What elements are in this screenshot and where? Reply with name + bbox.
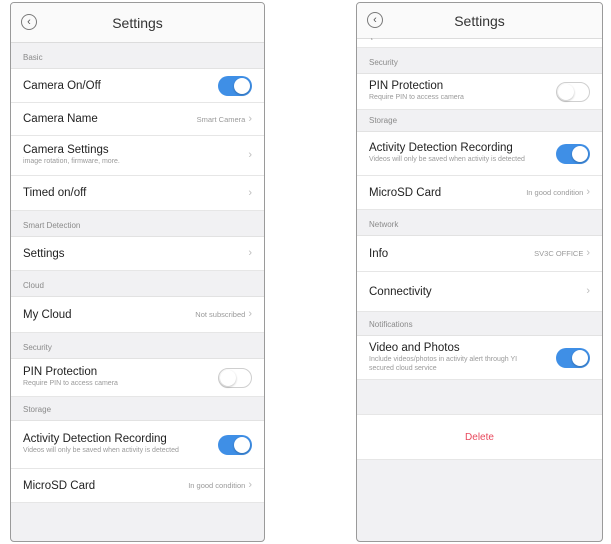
row-label: PIN Protection <box>23 366 98 379</box>
nav-bar: ‹ Settings <box>357 3 602 39</box>
row-label: PIN Protection <box>369 80 444 93</box>
microsd-card-value: In good condition <box>526 188 584 197</box>
page-title: Settings <box>112 14 163 31</box>
row-label: Camera Settings <box>23 144 109 157</box>
row-text: Activity Detection Recording Videos will… <box>369 142 525 165</box>
pin-protection-row[interactable]: PIN Protection Require PIN to access cam… <box>357 74 602 110</box>
network-info-value: SV3C OFFICE <box>534 249 584 258</box>
row-text: Video and Photos Include videos/photos i… <box>369 342 539 373</box>
row-label: MicroSD Card <box>369 186 442 199</box>
chevron-right-icon: › <box>248 112 252 125</box>
section-header-cloud: Cloud <box>11 271 264 297</box>
chevron-right-icon: › <box>248 308 252 320</box>
settings-screen-left: ‹ Settings Basic Camera On/Off Camera Na… <box>10 2 265 542</box>
section-header-security: Security <box>357 48 602 74</box>
chevron-right-icon: › <box>586 285 590 297</box>
row-label: Timed on/off <box>23 187 87 199</box>
section-header-notifications: Notifications <box>357 312 602 336</box>
chevron-right-icon: › <box>586 186 590 198</box>
network-info-row[interactable]: Info SV3C OFFICE › <box>357 236 602 272</box>
row-label: Camera On/Off <box>23 79 101 92</box>
pin-protection-toggle[interactable] <box>218 367 252 388</box>
activity-detection-toggle[interactable] <box>556 143 590 164</box>
section-header-storage: Storage <box>357 110 602 132</box>
section-header-storage: Storage <box>11 397 264 421</box>
smart-detection-settings-row[interactable]: Settings › <box>11 237 264 271</box>
chevron-right-icon: › <box>248 247 252 259</box>
chevron-right-icon: › <box>248 479 252 491</box>
delete-label: Delete <box>465 431 494 443</box>
chevron-right-icon: › <box>248 149 252 161</box>
row-subtitle: Require PIN to access camera <box>23 380 118 388</box>
row-right: In good condition › <box>526 187 590 198</box>
microsd-card-row[interactable]: MicroSD Card In good condition › <box>11 469 264 503</box>
chevron-right-icon: › <box>586 247 590 259</box>
camera-on-off-row[interactable]: Camera On/Off <box>11 69 264 103</box>
row-label: Info <box>369 247 389 260</box>
toggle-knob <box>558 83 574 100</box>
toggle-knob <box>572 145 588 162</box>
page-title: Settings <box>454 12 505 29</box>
toggle-knob <box>220 369 236 386</box>
row-right: In good condition › <box>188 480 252 491</box>
camera-name-value: Smart Camera <box>196 114 246 124</box>
settings-screen-right: ‹ Settings ‘ Security PIN Protection Req… <box>356 2 603 542</box>
section-header-network: Network <box>357 210 602 236</box>
row-subtitle: Include videos/photos in activity alert … <box>369 356 518 372</box>
row-text: PIN Protection Require PIN to access cam… <box>23 366 118 389</box>
row-right: SV3C OFFICE › <box>534 248 590 259</box>
activity-detection-recording-row[interactable]: Activity Detection Recording Videos will… <box>357 132 602 176</box>
video-and-photos-row[interactable]: Video and Photos Include videos/photos i… <box>357 336 602 380</box>
row-subtitle: Videos will only be saved when activity … <box>369 156 525 164</box>
row-text: Activity Detection Recording Videos will… <box>23 433 179 456</box>
chevron-right-icon: › <box>248 186 252 199</box>
back-icon[interactable]: ‹ <box>21 14 37 30</box>
row-label: My Cloud <box>23 308 72 321</box>
row-subtitle: Require PIN to access camera <box>369 94 464 102</box>
row-right: Smart Camera › <box>196 112 252 125</box>
connectivity-row[interactable]: Connectivity › <box>357 272 602 312</box>
fragment-glyph: ‘ <box>371 37 373 46</box>
row-text: Camera Settings image rotation, firmware… <box>23 144 120 167</box>
section-header-basic: Basic <box>11 43 264 69</box>
scrolled-row-fragment: ‘ <box>357 37 602 48</box>
my-cloud-value: Not subscribed <box>195 310 246 319</box>
row-label: Activity Detection Recording <box>369 142 513 155</box>
section-header-security: Security <box>11 333 264 359</box>
row-text: PIN Protection Require PIN to access cam… <box>369 80 464 103</box>
row-subtitle: Videos will only be saved when activity … <box>23 447 179 455</box>
video-and-photos-toggle[interactable] <box>556 347 590 368</box>
toggle-knob <box>572 349 588 366</box>
my-cloud-row[interactable]: My Cloud Not subscribed › <box>11 297 264 333</box>
row-subtitle: image rotation, firmware, more. <box>23 158 120 166</box>
delete-button[interactable]: Delete <box>357 414 602 460</box>
camera-settings-row[interactable]: Camera Settings image rotation, firmware… <box>11 136 264 176</box>
toggle-knob <box>234 77 250 94</box>
activity-detection-toggle[interactable] <box>218 434 252 455</box>
toggle-knob <box>234 436 250 453</box>
activity-detection-recording-row[interactable]: Activity Detection Recording Videos will… <box>11 421 264 469</box>
nav-bar: ‹ Settings <box>11 3 264 43</box>
row-label: Activity Detection Recording <box>23 433 167 446</box>
row-label: Video and Photos <box>369 342 460 354</box>
timed-on-off-row[interactable]: Timed on/off › <box>11 176 264 211</box>
row-label: Connectivity <box>369 285 432 298</box>
row-right: Not subscribed › <box>195 309 252 320</box>
pin-protection-toggle[interactable] <box>556 81 590 102</box>
microsd-card-value: In good condition <box>188 481 246 490</box>
section-header-smart-detection: Smart Detection <box>11 211 264 237</box>
row-label: Settings <box>23 247 65 260</box>
pin-protection-row[interactable]: PIN Protection Require PIN to access cam… <box>11 359 264 397</box>
microsd-card-row[interactable]: MicroSD Card In good condition › <box>357 176 602 210</box>
back-icon[interactable]: ‹ <box>367 12 383 28</box>
camera-name-row[interactable]: Camera Name Smart Camera › <box>11 103 264 136</box>
row-label: Camera Name <box>23 113 98 125</box>
camera-on-off-toggle[interactable] <box>218 75 252 96</box>
row-label: MicroSD Card <box>23 479 96 492</box>
